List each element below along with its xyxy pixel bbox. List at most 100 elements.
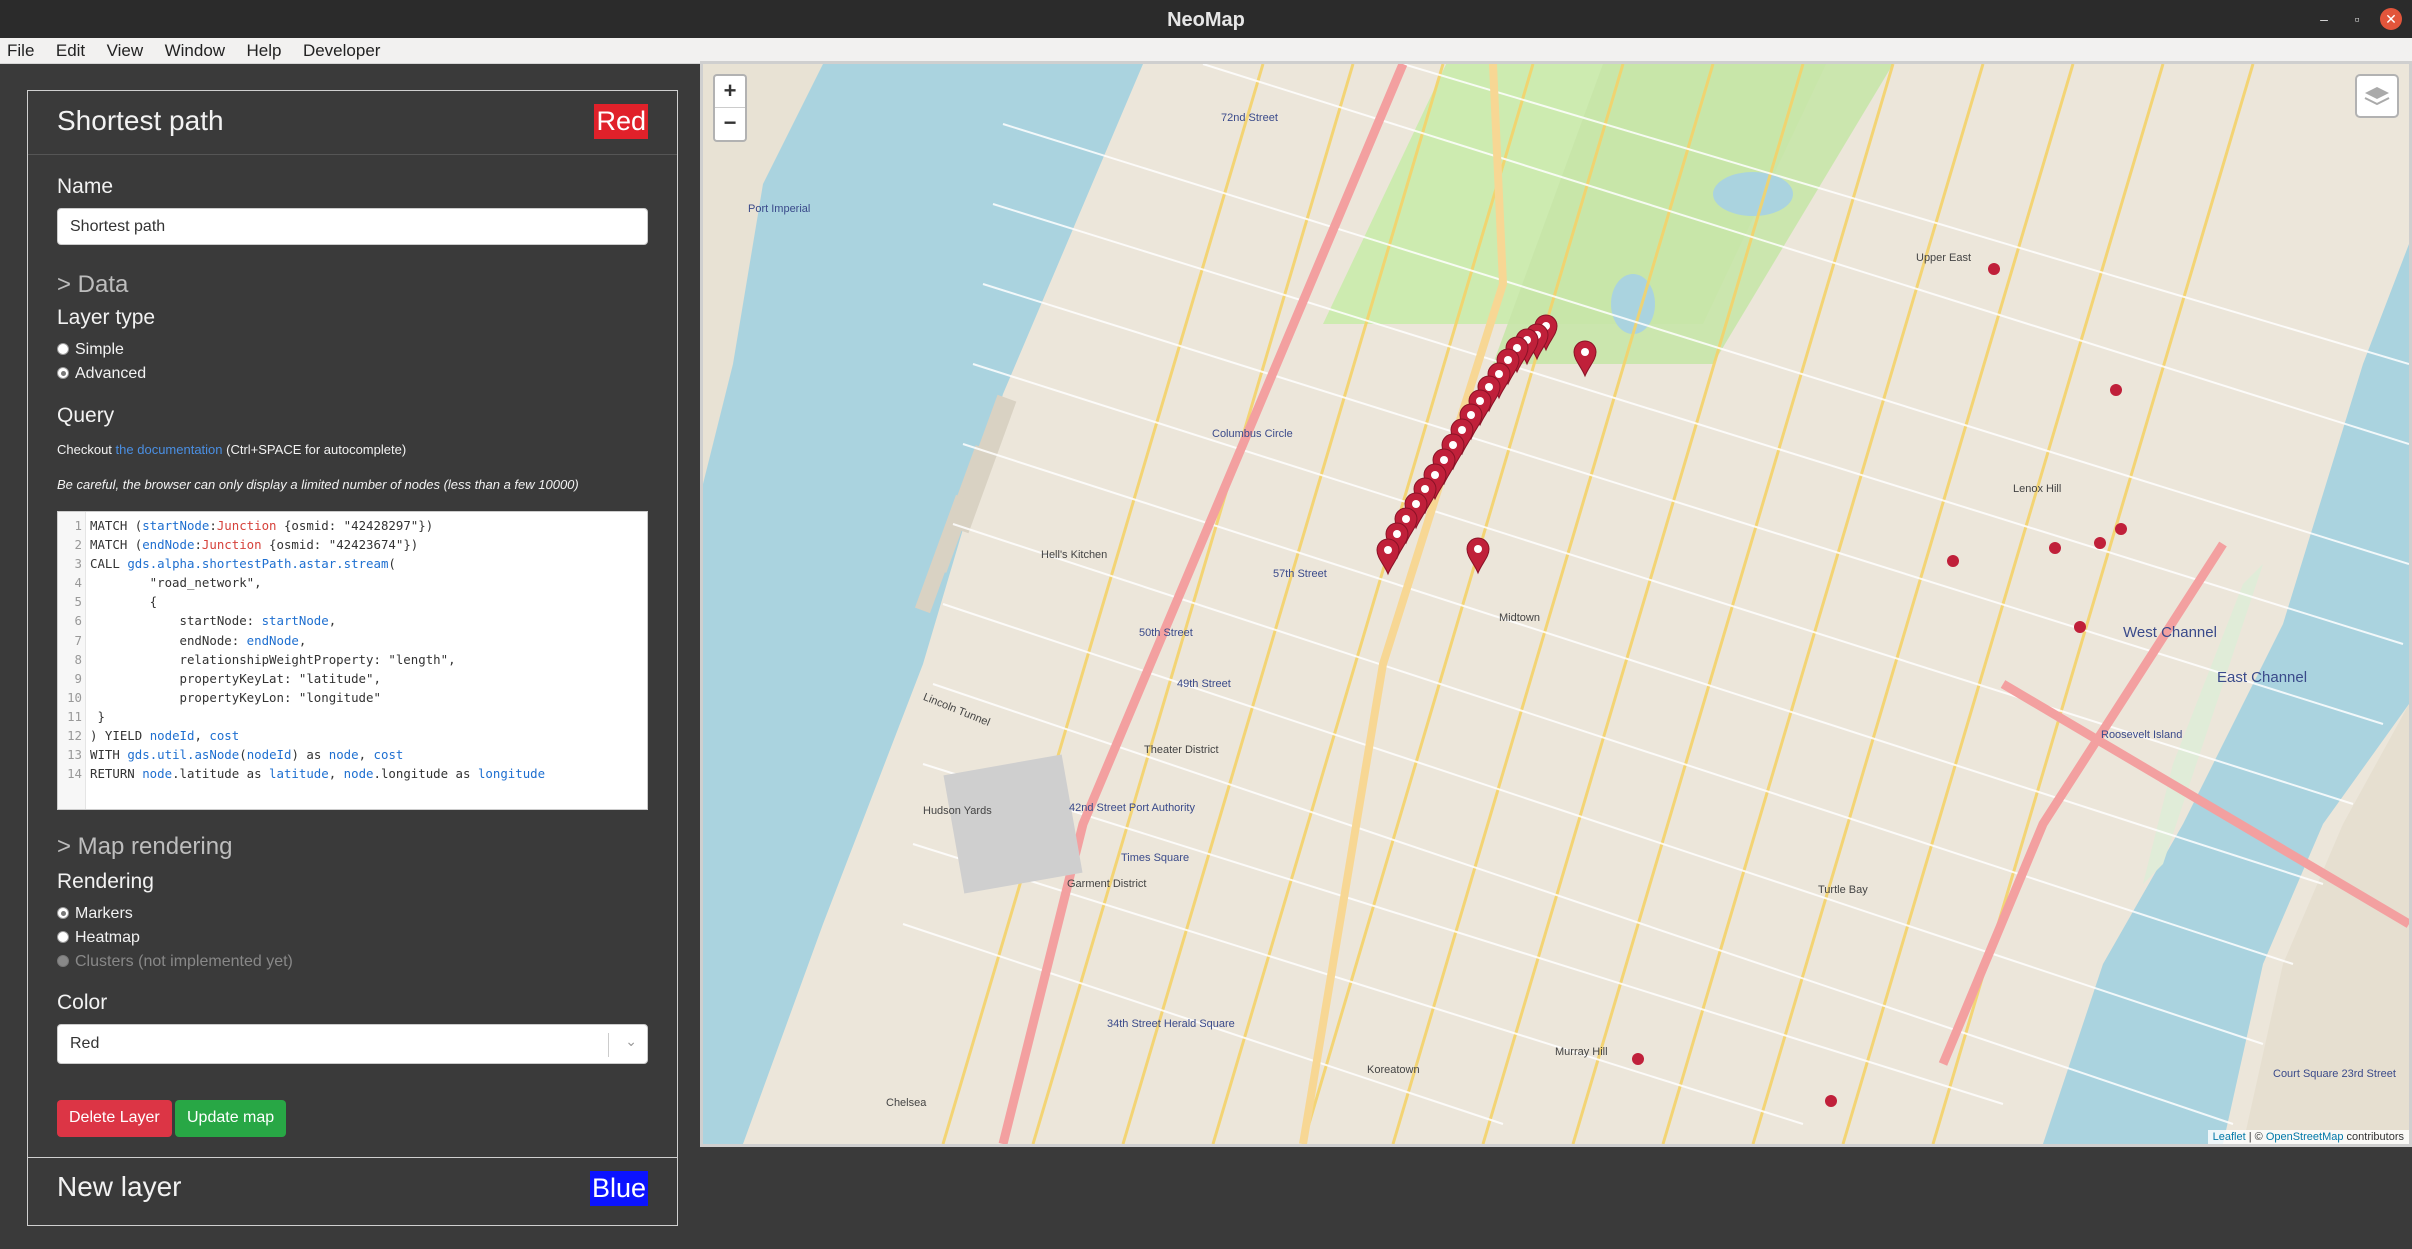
radio-heatmap[interactable]: Heatmap xyxy=(57,929,140,947)
update-map-button[interactable]: Update map xyxy=(175,1100,287,1137)
map-marker-dot xyxy=(1476,397,1484,405)
code-token: cost xyxy=(373,747,404,763)
code-token: endNode: xyxy=(90,632,247,648)
map-label: 42nd Street Port Authority xyxy=(1069,802,1195,814)
help-prefix: Checkout xyxy=(57,442,116,457)
line-number: 1 xyxy=(74,518,82,533)
map-label: Garment District xyxy=(1067,878,1147,890)
code-token: WITH xyxy=(90,747,128,763)
query-code: 1 MATCH (startNode:Junction {osmid: "4242… xyxy=(58,516,545,783)
osm-link[interactable]: OpenStreetMap xyxy=(2266,1131,2344,1143)
help-suffix: (Ctrl+SPACE for autocomplete) xyxy=(222,442,407,457)
map-label: Columbus Circle xyxy=(1212,428,1293,440)
line-number: 7 xyxy=(74,632,82,648)
map-label: Upper East xyxy=(1916,252,1972,264)
line-number: 12 xyxy=(67,728,82,744)
map-marker-dot xyxy=(1467,411,1475,419)
radio-markers-label: Markers xyxy=(75,905,133,922)
code-token: nodeId xyxy=(246,747,292,763)
code-token: ) as xyxy=(291,747,329,763)
map-rendering-section-toggle[interactable]: > Map rendering xyxy=(57,833,232,861)
radio-dot xyxy=(57,367,69,379)
map-marker-dot xyxy=(1402,515,1410,523)
code-token: Junction xyxy=(201,537,262,553)
documentation-link[interactable]: the documentation xyxy=(116,442,223,457)
radio-clusters: Clusters (not implemented yet) xyxy=(57,953,293,971)
code-token: startNode xyxy=(261,613,329,629)
layers-icon[interactable] xyxy=(2355,74,2399,118)
zoom-in-button[interactable]: + xyxy=(715,76,745,108)
map-marker-dot xyxy=(1449,441,1457,449)
leaflet-link[interactable]: Leaflet xyxy=(2213,1131,2246,1143)
color-select-value: Red xyxy=(70,1035,100,1052)
radio-markers[interactable]: Markers xyxy=(57,905,133,923)
layer-header-shortest-path[interactable]: Shortest path Red xyxy=(28,91,677,155)
code-token: } xyxy=(90,708,105,724)
line-number: 10 xyxy=(67,689,82,705)
map-view[interactable]: 72nd Street Columbus Circle 57th Street … xyxy=(700,61,2412,1147)
menu-window[interactable]: Window xyxy=(165,38,225,61)
code-token: nodeId xyxy=(149,728,195,744)
map-label: Hudson Yards xyxy=(923,805,992,817)
code-token: startNode xyxy=(142,518,210,533)
close-icon[interactable]: ✕ xyxy=(2380,8,2402,30)
data-section-toggle[interactable]: > Data xyxy=(57,271,128,299)
map-marker-dot xyxy=(1495,370,1503,378)
menu-view[interactable]: View xyxy=(107,38,144,61)
code-token: startNode: xyxy=(90,613,262,629)
query-editor[interactable]: 1 MATCH (startNode:Junction {osmid: "4242… xyxy=(57,511,648,810)
line-number: 3 xyxy=(74,556,82,572)
radio-advanced-label: Advanced xyxy=(75,365,147,382)
radio-clusters-label: Clusters (not implemented yet) xyxy=(75,953,293,970)
map-label: Midtown xyxy=(1499,612,1540,624)
code-token: CALL xyxy=(90,556,128,572)
code-token: : xyxy=(209,518,217,533)
map-marker-dot xyxy=(1504,356,1512,364)
menu-edit[interactable]: Edit xyxy=(56,38,85,61)
code-line: 14 RETURN node.latitude as latitude, node… xyxy=(58,764,545,783)
code-token: , xyxy=(194,728,210,744)
map-label: 50th Street xyxy=(1139,627,1193,639)
map-attribution: Leaflet | © OpenStreetMap contributors xyxy=(2207,1130,2409,1144)
code-line: 10 propertyKeyLon: "longitude" xyxy=(58,688,545,707)
radio-dot xyxy=(57,343,69,355)
menu-help[interactable]: Help xyxy=(247,38,282,61)
menu-developer[interactable]: Developer xyxy=(303,38,381,61)
line-number: 4 xyxy=(74,575,82,591)
radio-dot xyxy=(57,955,69,967)
zoom-out-button[interactable]: − xyxy=(715,108,745,140)
map-marker-dot xyxy=(1384,546,1392,554)
chevron-down-icon: ⌄ xyxy=(625,1033,637,1049)
map-label: Koreatown xyxy=(1367,1064,1420,1076)
color-label: Color xyxy=(57,991,108,1014)
zoom-control: + − xyxy=(713,74,747,142)
radio-simple[interactable]: Simple xyxy=(57,341,124,359)
code-token: "road_network", xyxy=(90,575,262,591)
code-token: {osmid: "42428297"}) xyxy=(276,518,434,533)
map-label: Turtle Bay xyxy=(1818,884,1868,896)
map-marker-dot xyxy=(1431,471,1439,479)
layer-color-badge: Blue xyxy=(589,1171,648,1206)
menu-file[interactable]: File xyxy=(7,38,34,61)
minimize-icon[interactable]: – xyxy=(2313,8,2335,30)
code-line: 9 propertyKeyLat: "latitude", xyxy=(58,669,545,688)
map-marker-dot xyxy=(1440,456,1448,464)
layer-header-new-layer[interactable]: New layer Blue xyxy=(28,1157,677,1225)
rendering-label: Rendering xyxy=(57,870,154,893)
code-token: longitude xyxy=(477,766,546,782)
restore-icon[interactable]: ▫ xyxy=(2346,8,2368,30)
map-tiles[interactable] xyxy=(703,64,2409,1144)
code-token: ) YIELD xyxy=(90,728,150,744)
map-label: Theater District xyxy=(1144,744,1219,756)
layer-name-input[interactable] xyxy=(57,208,648,245)
code-token: relationshipWeightProperty: "length", xyxy=(90,651,456,667)
window-titlebar: NeoMap – ▫ ✕ xyxy=(0,0,2412,38)
layer-color-badge: Red xyxy=(594,104,648,139)
delete-layer-button[interactable]: Delete Layer xyxy=(57,1100,172,1137)
color-select[interactable]: Red ⌄ xyxy=(57,1024,648,1064)
radio-advanced[interactable]: Advanced xyxy=(57,365,146,383)
code-token: , xyxy=(328,766,344,782)
map-label: 57th Street xyxy=(1273,568,1327,580)
code-token: endNode xyxy=(142,537,195,553)
code-token: propertyKeyLat: "latitude", xyxy=(90,670,381,686)
